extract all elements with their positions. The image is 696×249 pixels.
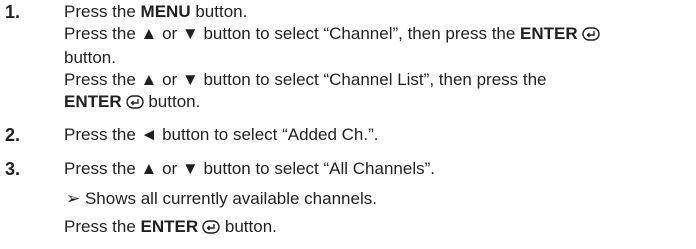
enter-icon [125, 93, 144, 115]
step-number: 1. [5, 2, 21, 22]
instruction-line: button. [64, 48, 116, 67]
enter-button-label: ENTER [140, 217, 199, 236]
step-2-text: Press the ◄ button to select “Added Ch.”… [64, 124, 689, 146]
instruction-line: Press the ▲ or ▼ button to select “Chann… [64, 70, 547, 89]
instruction-line: Press the ▲ or ▼ button to select “Chann… [64, 23, 689, 47]
step-1-text: Press the MENU button. Press the ▲ or ▼ … [64, 1, 689, 115]
instruction-line: Press the ◄ button to select “Added Ch.”… [64, 125, 379, 144]
note-line: ➢ Shows all currently available channels… [66, 189, 377, 208]
enter-button-label: ENTER [520, 24, 578, 43]
enter-button-label: ENTER [64, 92, 122, 111]
instruction-line: ENTER button. [64, 91, 689, 115]
menu-button-label: MENU [140, 2, 191, 21]
instruction-line: Press the MENU button. [64, 2, 248, 21]
step-number: 3. [5, 159, 21, 179]
instruction-line: Press the ▲ or ▼ button to select “All C… [64, 159, 435, 178]
step-3-text: Press the ▲ or ▼ button to select “All C… [64, 158, 689, 240]
instruction-line: Press the ENTER button. [64, 216, 689, 240]
enter-icon [202, 218, 220, 240]
enter-icon [581, 25, 600, 47]
step-number: 2. [5, 125, 21, 145]
